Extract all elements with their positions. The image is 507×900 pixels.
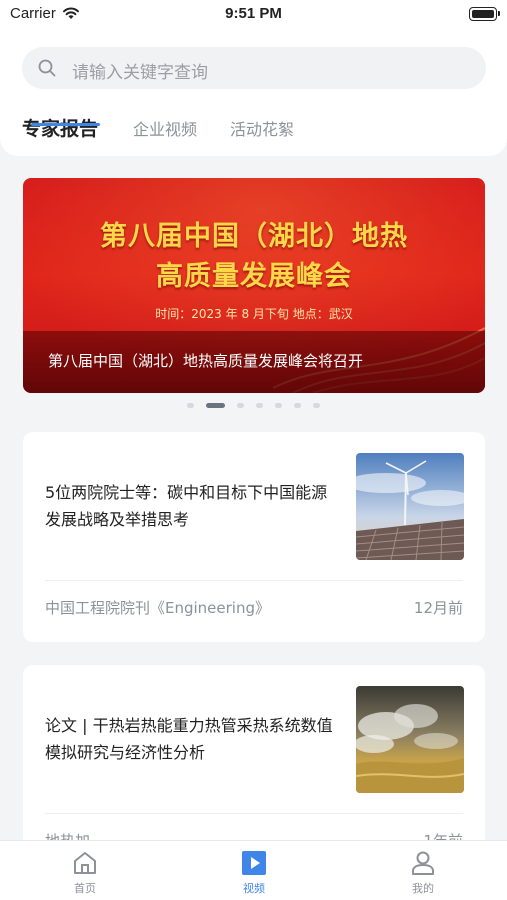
active-tab-indicator [31,123,100,126]
tabbar-label: 视频 [243,882,265,895]
article-thumbnail [356,686,464,793]
banner-title-line2: 高质量发展峰会 [156,261,352,292]
video-play-icon [242,851,266,875]
carousel-dot [187,403,194,408]
search-icon [38,59,56,77]
card-divider [45,813,463,814]
home-icon [74,852,96,874]
tab-event-highlights[interactable]: 活动花絮 [230,116,294,140]
article-title: 5位两院院士等：碳中和目标下中国能源发展战略及举措思考 [45,483,328,529]
carousel-dot [313,403,320,408]
article-thumbnail [356,453,464,560]
user-icon [412,851,434,875]
article-card[interactable]: 论文 | 干热岩热能重力热管采热系统数值模拟研究与经济性分析 地热加 1年前 [23,665,485,865]
article-time: 12月前 [413,599,463,617]
bottom-tab-bar: 首页 视频 我的 [0,840,507,900]
status-time: 9:51 PM [225,5,282,22]
search-placeholder: 请输入关键字查询 [72,63,208,83]
wind-turbine-image [356,453,464,560]
article-source: 中国工程院院刊《Engineering》 [45,599,271,617]
tab-company-videos[interactable]: 企业视频 [133,116,197,140]
carousel-dot [237,403,244,408]
tab-expert-reports[interactable]: 专家报告 [22,114,98,141]
banner-carousel[interactable]: 第八届中国（湖北）地热 高质量发展峰会 时间：2023 年 8 月下旬 地点：武… [23,178,485,393]
carousel-indicator [0,403,507,411]
tabbar-item-profile[interactable]: 我的 [383,841,463,900]
banner-caption: 第八届中国（湖北）地热高质量发展峰会将召开 [48,352,364,370]
carousel-dot-active [206,403,225,408]
tabbar-label: 我的 [412,882,434,895]
geothermal-steam-image [356,686,464,793]
tabbar-item-home[interactable]: 首页 [45,841,125,900]
banner-title-line1: 第八届中国（湖北）地热 [100,221,408,252]
search-input[interactable]: 请输入关键字查询 [22,47,486,89]
carousel-dot [256,403,263,408]
article-title: 论文 | 干热岩热能重力热管采热系统数值模拟研究与经济性分析 [45,716,333,762]
card-divider [45,580,463,581]
tabbar-item-video[interactable]: 视频 [214,841,294,900]
status-bar: Carrier 9:51 PM [0,0,507,30]
carousel-dot [275,403,282,408]
tabbar-label: 首页 [74,882,96,895]
battery-icon [469,7,500,21]
header: 请输入关键字查询 专家报告 企业视频 活动花絮 [0,30,507,156]
article-card[interactable]: 5位两院院士等：碳中和目标下中国能源发展战略及举措思考 中国工程院院刊《Engi… [23,432,485,642]
carousel-dot [294,403,301,408]
